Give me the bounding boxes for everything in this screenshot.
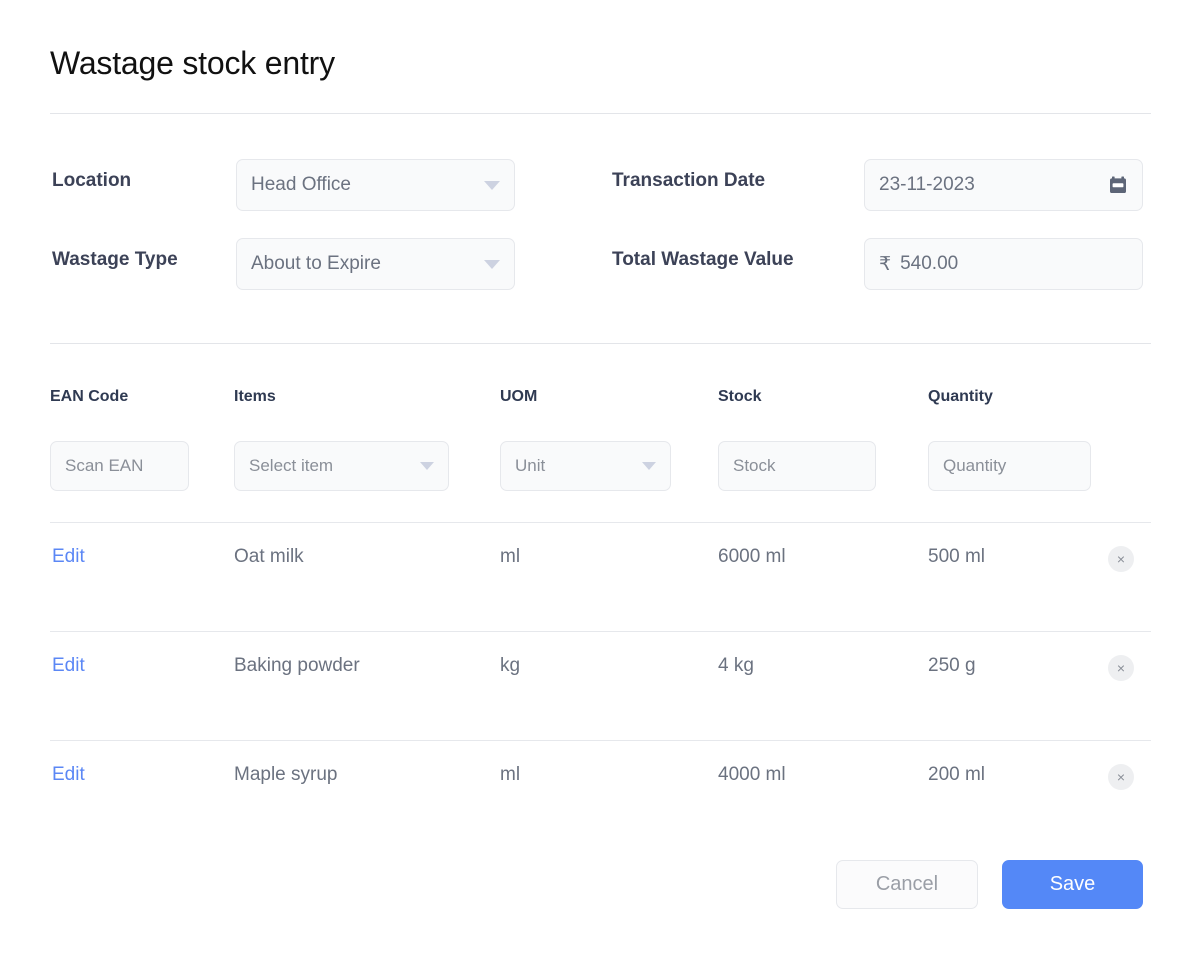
remove-row-button[interactable]: × [1108,546,1134,572]
row-separator [50,522,1151,523]
form-table-divider [50,343,1151,344]
calendar-icon[interactable] [1108,175,1128,195]
row-stock: 6000 ml [718,546,786,568]
row-separator [50,631,1151,632]
chevron-down-icon [420,462,434,470]
remove-row-button[interactable]: × [1108,764,1134,790]
scan-ean-input[interactable]: Scan EAN [50,441,189,491]
column-header-ean-code: EAN Code [50,388,128,406]
stock-input[interactable]: Stock [718,441,876,491]
wastage-stock-entry-page: Wastage stock entry Location Head Office… [0,0,1201,971]
total-wastage-value-amount: 540.00 [900,253,1128,275]
edit-link[interactable]: Edit [52,546,85,568]
row-item-name: Oat milk [234,546,304,568]
row-uom: ml [500,764,520,786]
quantity-input[interactable]: Quantity [928,441,1091,491]
unit-dropdown[interactable]: Unit [500,441,671,491]
row-stock: 4 kg [718,655,754,677]
quantity-placeholder: Quantity [943,456,1076,476]
total-wastage-value-input[interactable]: ₹ 540.00 [864,238,1143,290]
row-stock: 4000 ml [718,764,786,786]
row-quantity: 200 ml [928,764,985,786]
transaction-date-value: 23-11-2023 [879,174,1100,196]
chevron-down-icon [484,181,500,190]
edit-link[interactable]: Edit [52,764,85,786]
wastage-type-value: About to Expire [251,253,476,275]
chevron-down-icon [484,260,500,269]
save-button[interactable]: Save [1002,860,1143,909]
total-wastage-value-label: Total Wastage Value [612,249,794,271]
column-header-quantity: Quantity [928,388,993,406]
table-row: Edit Oat milk ml 6000 ml 500 ml × [0,522,1201,631]
row-quantity: 250 g [928,655,976,677]
unit-placeholder: Unit [515,456,634,476]
row-separator [50,740,1151,741]
location-value: Head Office [251,174,476,196]
location-select[interactable]: Head Office [236,159,515,211]
row-item-name: Maple syrup [234,764,338,786]
table-row: Edit Baking powder kg 4 kg 250 g × [0,631,1201,740]
row-uom: kg [500,655,520,677]
select-item-dropdown[interactable]: Select item [234,441,449,491]
stock-placeholder: Stock [733,456,861,476]
row-uom: ml [500,546,520,568]
edit-link[interactable]: Edit [52,655,85,677]
column-header-items: Items [234,388,276,406]
select-item-placeholder: Select item [249,456,412,476]
cancel-button[interactable]: Cancel [836,860,978,909]
scan-ean-placeholder: Scan EAN [65,456,174,476]
wastage-type-select[interactable]: About to Expire [236,238,515,290]
rupee-icon: ₹ [879,253,891,276]
row-quantity: 500 ml [928,546,985,568]
chevron-down-icon [642,462,656,470]
wastage-type-label: Wastage Type [52,249,178,271]
remove-row-button[interactable]: × [1108,655,1134,681]
row-item-name: Baking powder [234,655,360,677]
page-title: Wastage stock entry [50,44,335,82]
table-row: Edit Maple syrup ml 4000 ml 200 ml × [0,740,1201,849]
transaction-date-input[interactable]: 23-11-2023 [864,159,1143,211]
column-header-stock: Stock [718,388,762,406]
header-divider [50,113,1151,114]
transaction-date-label: Transaction Date [612,170,765,192]
column-header-uom: UOM [500,388,537,406]
location-label: Location [52,170,131,192]
